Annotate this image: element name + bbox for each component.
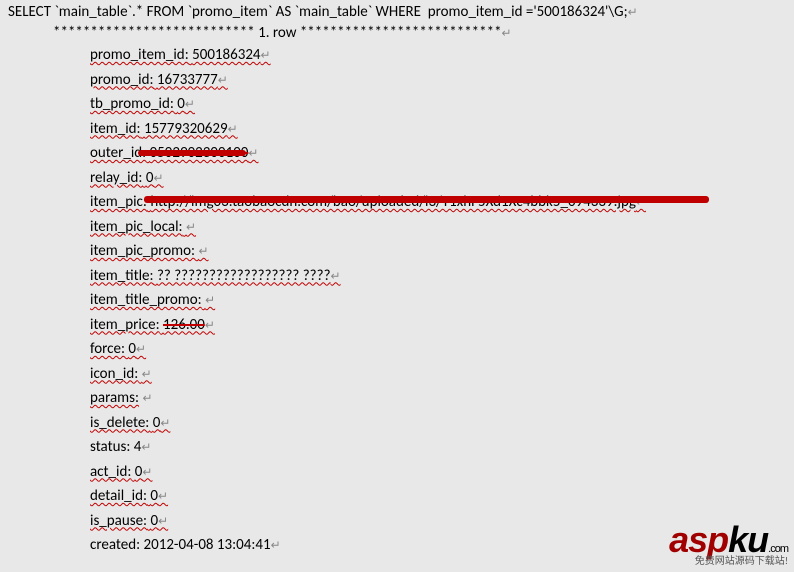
redaction-bar-2 xyxy=(144,196,709,203)
field-is-delete: is_delete: 0↵ xyxy=(8,412,786,437)
paragraph-mark: ↵ xyxy=(141,441,151,455)
field-value: ?? ?????????????????? ???? xyxy=(157,267,331,285)
field-value: 0 xyxy=(150,487,158,505)
paragraph-mark: ↵ xyxy=(502,27,512,41)
field-label: is_pause: xyxy=(90,512,147,530)
paragraph-mark: ↵ xyxy=(136,343,146,357)
paragraph-mark: ↵ xyxy=(228,123,238,137)
paragraph-mark: ↵ xyxy=(331,270,341,284)
field-item-id: item_id: 15779320629↵ xyxy=(8,118,786,143)
field-value: 0 xyxy=(150,512,158,530)
watermark: aspku.com 免费网站源码下载站! xyxy=(669,522,788,566)
field-label: is_delete: xyxy=(90,414,149,432)
field-promo-item-id: promo_item_id: 500186324↵ xyxy=(8,44,786,69)
field-label: promo_item_id: xyxy=(90,46,189,64)
field-value: 16733777 xyxy=(157,71,218,89)
redaction-bar-1 xyxy=(138,150,246,156)
field-label: relay_id: xyxy=(90,169,142,187)
paragraph-mark: ↵ xyxy=(186,221,196,235)
field-label: act_id: xyxy=(90,463,131,481)
field-label: item_title: xyxy=(90,267,154,285)
field-value: 0 xyxy=(128,340,136,358)
field-label: created: xyxy=(90,536,140,554)
field-act-id: act_id: 0↵ xyxy=(8,461,786,486)
field-label: status: xyxy=(90,438,130,456)
field-item-price: item_price: 126.00↵ xyxy=(8,314,786,339)
field-label: item_pic: xyxy=(90,193,147,211)
field-label: promo_id: xyxy=(90,71,153,89)
paragraph-mark: ↵ xyxy=(261,49,271,63)
sql-query-text: SELECT `main_table`.* FROM `promo_item` … xyxy=(8,3,628,21)
field-label: item_pic_local: xyxy=(90,218,183,236)
field-label: icon_id: xyxy=(90,365,138,383)
field-detail-id: detail_id: 0↵ xyxy=(8,485,786,510)
paragraph-mark: ↵ xyxy=(158,490,168,504)
field-value-redacted: 126.00 xyxy=(163,316,205,334)
field-force: force: 0↵ xyxy=(8,338,786,363)
paragraph-mark: ↵ xyxy=(153,172,163,186)
field-icon-id: icon_id: ↵ xyxy=(8,363,786,388)
field-item-title: item_title: ?? ?????????????????? ????↵ xyxy=(8,265,786,290)
paragraph-mark: ↵ xyxy=(142,368,152,382)
row-marker-line: *************************** 1. row *****… xyxy=(8,23,786,44)
field-item-pic-local: item_pic_local: ↵ xyxy=(8,216,786,241)
field-label: item_price: xyxy=(90,316,160,334)
field-label: item_pic_promo: xyxy=(90,242,195,260)
sql-output-block: SELECT `main_table`.* FROM `promo_item` … xyxy=(0,0,794,561)
field-value: 0 xyxy=(177,95,185,113)
field-promo-id: promo_id: 16733777↵ xyxy=(8,69,786,94)
field-label: force: xyxy=(90,340,125,358)
field-label: params: xyxy=(90,389,139,407)
paragraph-mark: ↵ xyxy=(160,417,170,431)
field-value: 500186324 xyxy=(192,46,260,64)
field-value: 15779320629 xyxy=(144,120,228,138)
field-label: detail_id: xyxy=(90,487,147,505)
field-label: item_id: xyxy=(90,120,141,138)
sql-query-line: SELECT `main_table`.* FROM `promo_item` … xyxy=(8,2,786,23)
field-status: status: 4↵ xyxy=(8,436,786,461)
paragraph-mark: ↵ xyxy=(205,319,215,333)
field-value: 2012-04-08 13:04:41 xyxy=(144,536,271,554)
paragraph-mark: ↵ xyxy=(142,466,152,480)
row-marker-text: *************************** 1. row *****… xyxy=(53,24,502,42)
field-label: tb_promo_id: xyxy=(90,95,174,113)
paragraph-mark: ↵ xyxy=(271,539,281,553)
paragraph-mark: ↵ xyxy=(142,392,152,406)
paragraph-mark: ↵ xyxy=(218,74,228,88)
field-item-pic: item_pic: http://img03.taobaocdn.com/bao… xyxy=(8,191,786,216)
field-outer-id: outer_id: 0502902300100↵ xyxy=(8,142,786,167)
paragraph-mark: ↵ xyxy=(158,515,168,529)
field-relay-id: relay_id: 0↵ xyxy=(8,167,786,192)
paragraph-mark: ↵ xyxy=(205,294,215,308)
paragraph-mark: ↵ xyxy=(185,98,195,112)
field-tb-promo-id: tb_promo_id: 0↵ xyxy=(8,93,786,118)
field-params: params: ↵ xyxy=(8,387,786,412)
field-item-pic-promo: item_pic_promo: ↵ xyxy=(8,240,786,265)
paragraph-mark: ↵ xyxy=(248,147,258,161)
watermark-logo: aspku.com xyxy=(669,522,788,558)
field-label: item_title_promo: xyxy=(90,291,202,309)
field-item-title-promo: item_title_promo: ↵ xyxy=(8,289,786,314)
paragraph-mark: ↵ xyxy=(198,245,208,259)
paragraph-mark: ↵ xyxy=(628,6,638,20)
